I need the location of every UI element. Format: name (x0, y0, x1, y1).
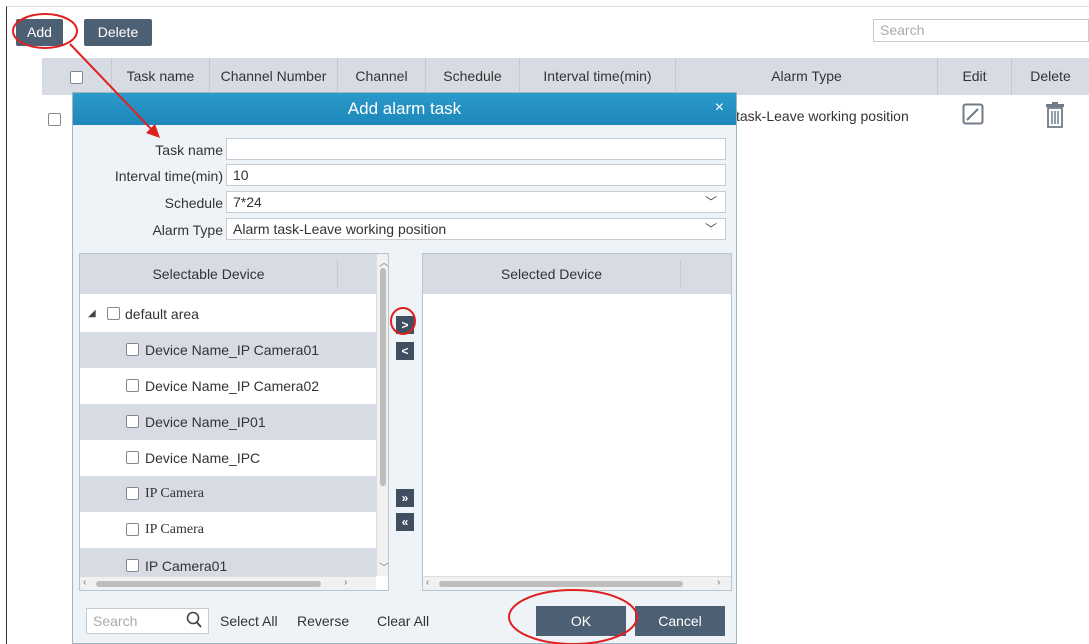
device-checkbox[interactable] (126, 523, 139, 536)
horizontal-scrollbar[interactable]: ‹ › (80, 576, 376, 590)
device-label: IP Camera (145, 486, 204, 501)
col-channel: Channel (338, 58, 426, 95)
reverse-link[interactable]: Reverse (297, 613, 349, 629)
row-alarm-type: task-Leave working position (736, 108, 909, 124)
col-schedule: Schedule (426, 58, 520, 95)
tree-root-checkbox[interactable] (107, 307, 120, 320)
interval-input[interactable]: 10 (226, 164, 726, 186)
device-search-input[interactable]: Search (86, 608, 209, 634)
schedule-label: Schedule (164, 195, 223, 211)
tree-root-default-area[interactable]: ◢ default area (80, 296, 376, 332)
move-left-button[interactable]: < (396, 342, 414, 360)
device-checkbox[interactable] (126, 451, 139, 464)
expand-triangle-icon[interactable]: ◢ (88, 296, 96, 332)
device-label: Device Name_IP Camera01 (145, 342, 320, 358)
ok-button[interactable]: OK (536, 606, 626, 636)
schedule-select[interactable]: 7*24 ﹀ (226, 191, 726, 213)
list-item[interactable]: Device Name_IP Camera01 (80, 332, 376, 368)
dialog-title: Add alarm task (73, 93, 736, 125)
list-item[interactable]: IP Camera (80, 512, 376, 548)
selected-device-header: Selected Device (423, 254, 731, 294)
list-item[interactable]: Device Name_IP Camera02 (80, 368, 376, 404)
list-item[interactable]: Device Name_IPC (80, 440, 376, 476)
add-button[interactable]: Add (16, 19, 63, 46)
col-channel-number: Channel Number (210, 58, 338, 95)
search-input[interactable]: Search (873, 19, 1089, 42)
select-all-link[interactable]: Select All (220, 613, 278, 629)
table-header: Task name Channel Number Channel Schedul… (42, 58, 1089, 95)
search-icon[interactable] (186, 611, 202, 636)
edit-icon[interactable] (962, 103, 984, 128)
select-all-checkbox[interactable] (42, 58, 112, 95)
move-all-right-button[interactable]: » (396, 489, 414, 507)
device-label: Device Name_IP Camera02 (145, 378, 320, 394)
scroll-thumb[interactable] (439, 581, 683, 587)
col-edit: Edit (938, 58, 1012, 95)
col-alarm-type: Alarm Type (676, 58, 938, 95)
add-alarm-task-dialog: Add alarm task × Task name Interval time… (72, 92, 737, 644)
device-checkbox[interactable] (126, 487, 139, 500)
scroll-thumb[interactable] (96, 581, 321, 587)
trash-icon[interactable] (1044, 102, 1066, 131)
chevron-down-icon: ﹀ (704, 222, 717, 236)
device-label: IP Camera (145, 522, 204, 537)
device-label: Device Name_IP01 (145, 414, 266, 430)
move-right-button[interactable]: > (396, 316, 414, 334)
move-all-left-button[interactable]: « (396, 513, 414, 531)
col-delete: Delete (1030, 68, 1071, 84)
tree-root-label: default area (125, 306, 199, 322)
alarm-type-value: Alarm task-Leave working position (233, 221, 447, 237)
task-name-input[interactable] (226, 138, 726, 160)
list-item[interactable]: IP Camera (80, 476, 376, 512)
delete-button[interactable]: Delete (84, 19, 152, 46)
alarm-type-label: Alarm Type (152, 222, 223, 238)
device-checkbox[interactable] (126, 415, 139, 428)
chevron-down-icon: ﹀ (704, 195, 717, 209)
device-checkbox[interactable] (126, 343, 139, 356)
cancel-button[interactable]: Cancel (635, 606, 725, 636)
horizontal-scrollbar[interactable]: ‹ › (423, 576, 731, 590)
task-name-label: Task name (155, 142, 223, 158)
interval-label: Interval time(min) (114, 168, 223, 184)
selected-device-panel: Selected Device ‹ › (422, 253, 732, 591)
device-checkbox[interactable] (126, 379, 139, 392)
schedule-value: 7*24 (233, 194, 262, 210)
device-label: Device Name_IPC (145, 450, 261, 466)
col-interval: Interval time(min) (520, 58, 676, 95)
scroll-thumb[interactable] (380, 268, 386, 486)
vertical-scrollbar[interactable]: ︿ ﹀ (376, 254, 388, 576)
device-checkbox[interactable] (126, 559, 139, 572)
alarm-type-select[interactable]: Alarm task-Leave working position ﹀ (226, 218, 726, 240)
row-checkbox[interactable] (48, 110, 61, 126)
col-task-name: Task name (112, 58, 210, 95)
clear-all-link[interactable]: Clear All (377, 613, 429, 629)
selectable-device-header: Selectable Device (80, 254, 376, 294)
list-item[interactable]: Device Name_IP01 (80, 404, 376, 440)
close-icon[interactable]: × (715, 93, 724, 125)
selectable-device-panel: Selectable Device ◢ default area Device … (79, 253, 389, 591)
